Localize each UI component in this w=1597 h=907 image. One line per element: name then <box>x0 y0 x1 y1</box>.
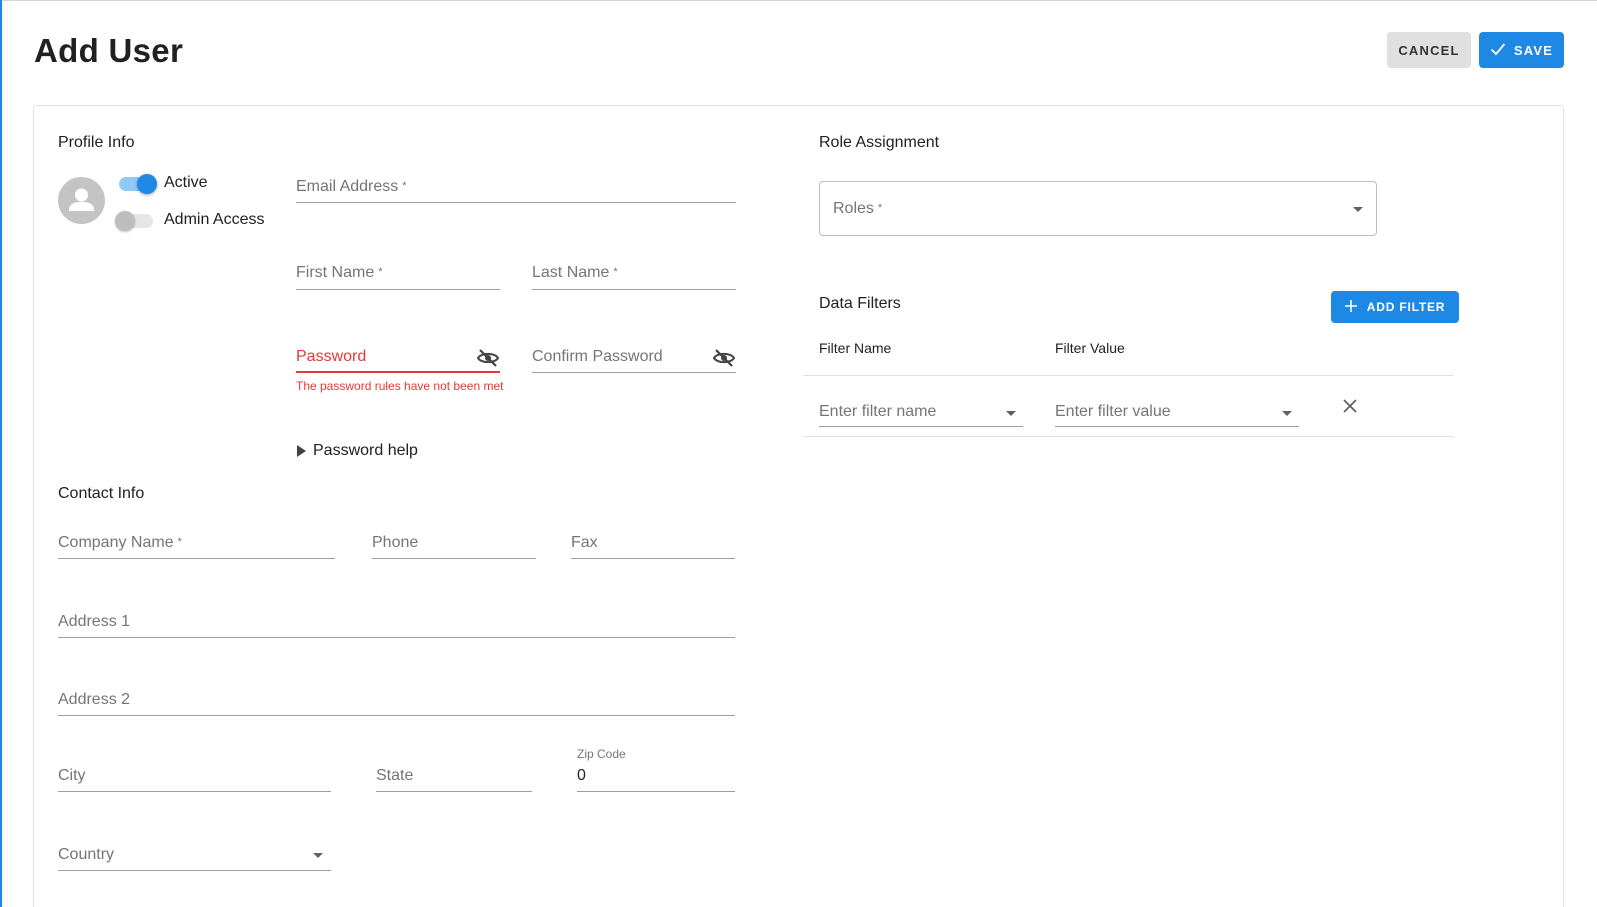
page-title: Add User <box>34 32 184 69</box>
password-field-label: Password <box>296 348 367 365</box>
active-label: Active <box>164 174 208 191</box>
last-name-field[interactable] <box>532 289 736 290</box>
admin-access-label: Admin Access <box>164 211 265 228</box>
filter-table-header-divider <box>803 375 1454 376</box>
fax-field[interactable] <box>571 558 735 559</box>
password-error-text: The password rules have not been met <box>296 379 504 393</box>
cancel-button-label: CANCEL <box>1398 42 1460 58</box>
data-filters-heading: Data Filters <box>819 295 901 312</box>
filter-value-select-placeholder: Enter filter value <box>1055 403 1171 420</box>
add-filter-button-label: ADD FILTER <box>1366 300 1446 314</box>
phone-field-label: Phone <box>372 534 419 551</box>
state-field-label: State <box>376 767 414 784</box>
company-name-field-label: Company Name * <box>58 534 182 551</box>
admin-access-toggle[interactable] <box>115 211 153 231</box>
phone-field[interactable] <box>372 558 536 559</box>
first-name-field[interactable] <box>296 289 500 290</box>
address2-field[interactable] <box>58 715 735 716</box>
password-help-toggle[interactable]: Password help <box>296 442 418 460</box>
eye-off-icon[interactable] <box>475 345 501 371</box>
filter-name-select[interactable] <box>819 426 1023 427</box>
zip-code-field-label: Zip Code <box>577 747 626 761</box>
add-filter-button[interactable]: ADD FILTER <box>1331 291 1459 323</box>
filter-row-divider <box>803 436 1454 437</box>
company-name-field[interactable] <box>58 558 335 559</box>
caret-down-icon[interactable] <box>1006 411 1016 416</box>
city-field-label: City <box>58 767 86 784</box>
roles-select[interactable]: Roles * <box>819 181 1377 236</box>
filter-name-column-header: Filter Name <box>819 340 892 356</box>
check-icon <box>1490 42 1506 59</box>
plus-icon <box>1344 299 1357 315</box>
address2-field-label: Address 2 <box>58 691 131 708</box>
caret-down-icon <box>1353 207 1363 212</box>
email-field[interactable] <box>296 202 736 203</box>
city-field[interactable] <box>58 791 331 792</box>
eye-off-icon[interactable] <box>711 345 737 371</box>
window-left-accent <box>0 0 2 907</box>
triangle-right-icon <box>297 445 306 457</box>
admin-access-toggle-knob <box>115 211 135 231</box>
contact-info-heading: Contact Info <box>58 485 145 502</box>
confirm-password-field[interactable] <box>532 372 736 373</box>
window-top-border <box>0 0 1597 1</box>
caret-down-icon[interactable] <box>1282 411 1292 416</box>
address1-field-label: Address 1 <box>58 613 131 630</box>
password-help-label: Password help <box>313 442 418 459</box>
fax-field-label: Fax <box>571 534 598 551</box>
cancel-button[interactable]: CANCEL <box>1387 32 1471 68</box>
avatar <box>58 177 105 224</box>
email-field-label: Email Address * <box>296 178 407 195</box>
profile-info-heading: Profile Info <box>58 134 135 151</box>
active-toggle-knob <box>137 174 157 194</box>
last-name-field-label: Last Name * <box>532 264 618 281</box>
caret-down-icon[interactable] <box>313 853 323 858</box>
zip-code-field[interactable] <box>577 791 735 792</box>
state-field[interactable] <box>376 791 532 792</box>
role-assignment-heading: Role Assignment <box>819 134 940 151</box>
save-button[interactable]: SAVE <box>1479 32 1564 68</box>
filter-value-select[interactable] <box>1055 426 1299 427</box>
filter-name-select-placeholder: Enter filter name <box>819 403 937 420</box>
save-button-label: SAVE <box>1513 42 1554 58</box>
close-icon[interactable] <box>1337 393 1363 419</box>
confirm-password-field-label: Confirm Password <box>532 348 663 365</box>
country-select[interactable] <box>58 870 331 871</box>
first-name-field-label: First Name * <box>296 264 383 281</box>
country-field-label: Country <box>58 846 115 863</box>
password-field[interactable] <box>296 371 500 373</box>
person-icon <box>69 188 94 211</box>
zip-code-value: 0 <box>577 767 586 784</box>
address1-field[interactable] <box>58 637 735 638</box>
active-toggle[interactable] <box>119 174 157 194</box>
filter-value-column-header: Filter Value <box>1055 340 1125 356</box>
roles-select-label: Roles * <box>833 200 883 217</box>
